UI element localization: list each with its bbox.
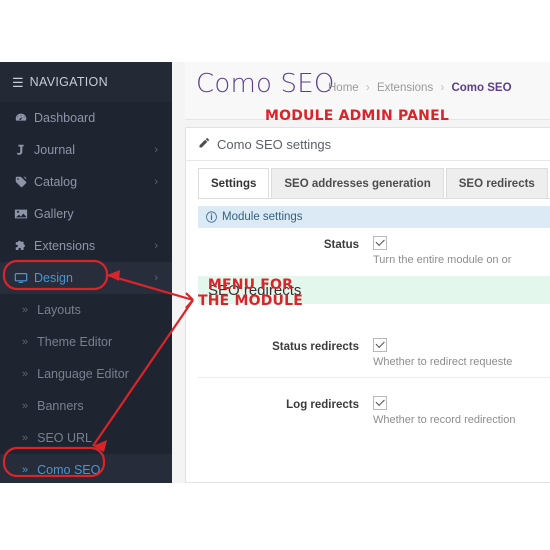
module-settings-info-strip: ⓘ Module settings [198,206,550,228]
field-row-status-redirects: Status redirects Whether to redirect req… [198,338,550,368]
admin-application: ☰ NAVIGATION Dashboard Journal › Catalog… [0,62,550,483]
chevron-right-icon: › [154,176,158,188]
double-chevron-icon: » [22,368,29,380]
tab-label: SEO addresses generation [284,177,431,190]
field-help-text: Turn the entire module on or [373,254,512,266]
puzzle-piece-icon [14,239,34,253]
field-row-status: Status Turn the entire module on or [198,236,550,266]
breadcrumb-separator: › [365,82,370,94]
sidebar-item-catalog[interactable]: Catalog › [0,166,172,198]
navigation-header-label: NAVIGATION [29,75,108,89]
tag-icon [14,175,34,189]
sidebar-subitem-language-editor[interactable]: » Language Editor [0,358,172,390]
field-label: Log redirects [286,399,359,411]
breadcrumb: Home › Extensions › Como SEO [328,82,512,94]
sidebar-item-label: Dashboard [34,111,96,125]
double-chevron-icon: » [22,464,29,476]
dashboard-gauge-icon [14,111,34,125]
page-title: Como SEO [196,69,335,99]
sidebar-subitem-label: Como SEO [37,463,101,477]
double-chevron-icon: » [22,400,29,412]
sidebar-item-gallery[interactable]: Gallery [0,198,172,230]
sidebar-subitem-label: Layouts [37,303,81,317]
sidebar-subitem-banners[interactable]: » Banners [0,390,172,422]
double-chevron-icon: » [22,432,29,444]
tab-label: SEO redirects [458,177,535,190]
sidebar-subitem-como-seo[interactable]: » Como SEO [0,454,172,483]
tab-settings[interactable]: Settings [198,168,270,198]
annotation-menu-for-the-module: MENU FOR THE MODULE [197,277,303,309]
sidebar-subitem-label: Theme Editor [37,335,113,349]
field-help-text: Whether to record redirection [373,414,516,426]
info-strip-label: Module settings [222,211,303,223]
breadcrumb-separator: › [440,82,445,94]
annotation-module-admin-panel: MODULE ADMIN PANEL [265,108,449,124]
sidebar-subitem-layouts[interactable]: » Layouts [0,294,172,326]
row-divider [198,377,550,378]
hamburger-icon[interactable]: ☰ [12,76,24,89]
tab-seo-addresses-generation[interactable]: SEO addresses generation [271,168,444,198]
status-redirects-checkbox[interactable] [373,338,387,352]
screenshot-root: ☰ NAVIGATION Dashboard Journal › Catalog… [0,0,550,550]
sidebar: ☰ NAVIGATION Dashboard Journal › Catalog… [0,62,172,483]
panel-header: Como SEO settings [186,128,550,161]
info-circle-icon: ⓘ [206,212,217,224]
pencil-icon [198,137,210,152]
content-area: Como SEO Home › Extensions › Como SEO Co… [172,62,550,483]
sidebar-item-label: Catalog [34,175,78,189]
tab-label: Settings [211,177,257,190]
double-chevron-icon: » [22,304,29,316]
chevron-right-icon: › [154,272,158,284]
field-label: Status [323,239,359,251]
sidebar-item-label: Design [34,271,73,285]
image-icon [14,207,34,221]
status-checkbox[interactable] [373,236,387,250]
sidebar-item-label: Gallery [34,207,74,221]
chevron-right-icon: › [154,144,158,156]
panel-title: Como SEO settings [217,136,332,152]
sidebar-item-label: Extensions [34,239,96,253]
tab-underline [198,198,550,199]
sidebar-subitem-label: Banners [37,399,84,413]
breadcrumb-item-current: Como SEO [451,82,512,94]
log-redirects-checkbox[interactable] [373,396,387,410]
chevron-right-icon: › [154,240,158,252]
sidebar-item-design[interactable]: Design › [0,262,172,294]
tab-seo-redirects[interactable]: SEO redirects [445,168,548,198]
journal-j-icon [14,143,34,157]
sidebar-item-dashboard[interactable]: Dashboard [0,102,172,134]
double-chevron-icon: » [22,336,29,348]
field-label: Status redirects [272,341,359,353]
field-control: Turn the entire module on or [373,236,550,266]
field-control: Whether to redirect requeste [373,338,550,368]
sidebar-subitem-seo-url[interactable]: » SEO URL [0,422,172,454]
sidebar-subitem-label: SEO URL [37,431,93,445]
breadcrumb-item-home[interactable]: Home [328,82,359,94]
navigation-header[interactable]: ☰ NAVIGATION [0,62,172,102]
sidebar-subitem-theme-editor[interactable]: » Theme Editor [0,326,172,358]
breadcrumb-item-extensions[interactable]: Extensions [377,82,433,94]
sidebar-item-journal[interactable]: Journal › [0,134,172,166]
sidebar-subitem-label: Language Editor [37,367,129,381]
field-help-text: Whether to redirect requeste [373,356,513,368]
sidebar-item-extensions[interactable]: Extensions › [0,230,172,262]
field-control: Whether to record redirection [373,396,550,426]
tab-bar: Settings SEO addresses generation SEO re… [198,168,550,198]
monitor-icon [14,271,34,285]
sidebar-item-label: Journal [34,143,75,157]
field-row-log-redirects: Log redirects Whether to record redirect… [198,396,550,426]
